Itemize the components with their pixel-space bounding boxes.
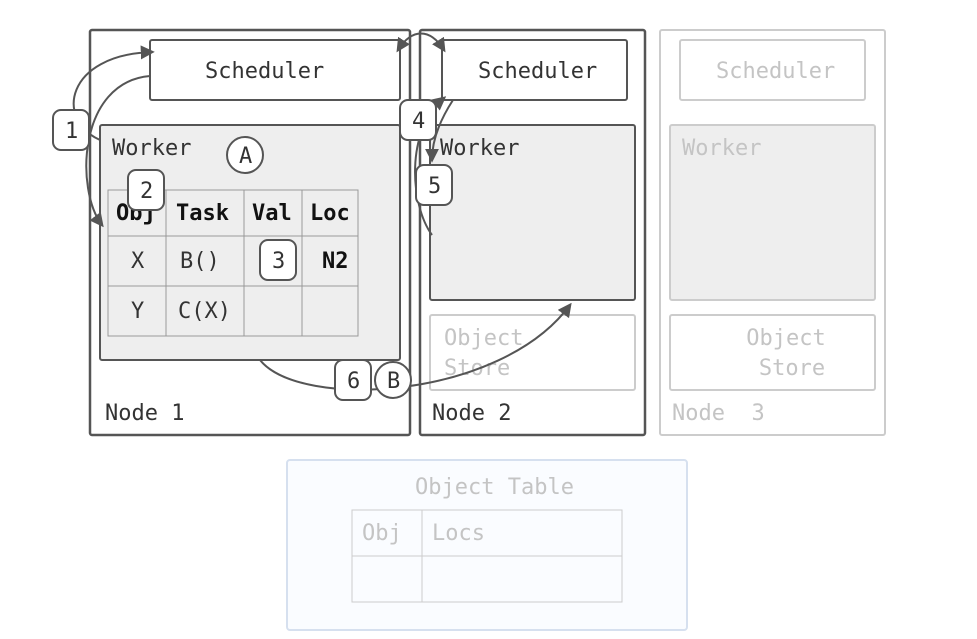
step-badge-4: 4 — [400, 100, 436, 140]
cell-r2-task: C(X) — [178, 299, 231, 324]
svg-text:5: 5 — [428, 174, 441, 199]
step-badge-3: 3 — [260, 240, 296, 280]
svg-text:2: 2 — [140, 179, 153, 204]
global-object-table: Object Table Obj Locs — [287, 460, 687, 630]
label-circle-b: B — [375, 362, 411, 398]
label-circle-a: A — [227, 137, 263, 173]
node-3-worker-label: Worker — [682, 136, 761, 161]
object-table-title: Object Table — [415, 475, 574, 500]
node-1-worker-label: Worker — [112, 136, 191, 161]
svg-text:4: 4 — [412, 109, 425, 134]
node-2-store-label-1: Object — [444, 326, 523, 351]
cell-r1-obj: X — [131, 249, 145, 274]
th-val: Val — [252, 201, 292, 226]
objtable-th-locs: Locs — [432, 521, 485, 546]
svg-text:3: 3 — [272, 249, 285, 274]
node-2: Node 2 Scheduler Worker Object Store — [420, 30, 645, 435]
node-2-worker-label: Worker — [440, 136, 519, 161]
objtable-th-obj: Obj — [362, 521, 402, 546]
step-badge-2: 2 — [128, 170, 164, 210]
worker-table: Obj Task Val Loc X B() N2 Y C(X) — [108, 190, 358, 336]
step-badge-5: 5 — [416, 165, 452, 205]
step-badge-6: 6 — [335, 360, 371, 400]
diagram-root: Node 1 Scheduler Worker Obj Task Val Loc… — [0, 0, 977, 639]
svg-text:B: B — [387, 369, 400, 394]
node-3: Node 3 Scheduler Worker Object Store — [660, 30, 885, 435]
svg-text:6: 6 — [347, 369, 360, 394]
cell-r1-task: B() — [180, 249, 220, 274]
node-2-label: Node 2 — [432, 401, 511, 426]
node-3-store-label-2: Store — [759, 356, 825, 381]
node-3-store-label-1: Object — [746, 326, 825, 351]
th-task: Task — [176, 201, 229, 226]
node-3-label: Node 3 — [672, 401, 765, 426]
th-loc: Loc — [310, 201, 350, 226]
node-1-label: Node 1 — [105, 401, 184, 426]
cell-r2-obj: Y — [131, 299, 144, 324]
svg-text:1: 1 — [65, 119, 78, 144]
cell-r1-loc: N2 — [322, 249, 349, 274]
node-2-scheduler-label: Scheduler — [478, 59, 597, 84]
node-3-scheduler-label: Scheduler — [716, 59, 835, 84]
svg-text:A: A — [239, 144, 252, 169]
step-badge-1: 1 — [53, 110, 89, 150]
node-1-scheduler-label: Scheduler — [205, 59, 324, 84]
